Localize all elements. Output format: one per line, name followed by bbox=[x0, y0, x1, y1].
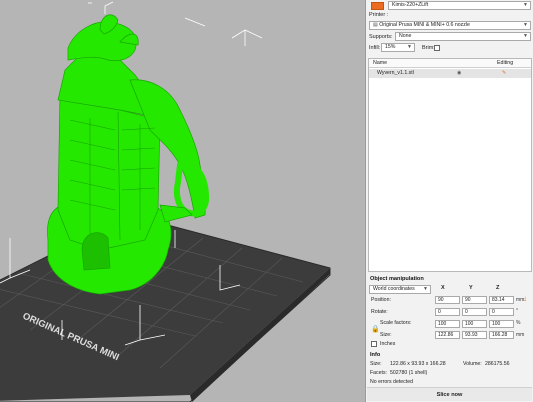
rotate-label: Rotate: bbox=[371, 309, 388, 315]
brim-label: Brim: bbox=[422, 45, 435, 51]
axis-x-label: X bbox=[441, 285, 445, 291]
lock-icon[interactable]: 🔒 bbox=[371, 325, 380, 333]
printer-icon: ▤ bbox=[373, 22, 378, 28]
visibility-eye-icon[interactable]: ◉ bbox=[457, 70, 462, 76]
infill-label: Infill: bbox=[369, 45, 381, 51]
coordinate-system-value: World coordinates bbox=[373, 286, 415, 292]
filament-select[interactable]: Kimis-220+ZLift ▼ bbox=[388, 1, 531, 10]
size-z-input[interactable]: 166.28 bbox=[489, 331, 514, 339]
filament-select-value: Kimis-220+ZLift bbox=[392, 2, 429, 8]
inches-label: Inches bbox=[380, 341, 396, 347]
slice-now-button[interactable]: Slice now bbox=[367, 387, 532, 401]
list-item[interactable]: Wyvern_v1.1.stl ◉ ✎ bbox=[369, 69, 531, 78]
size-x-input[interactable]: 122.86 bbox=[435, 331, 460, 339]
object-name: Wyvern_v1.1.stl bbox=[377, 70, 414, 76]
object-list-header: Name Editing bbox=[369, 59, 531, 68]
size-unit: mm bbox=[516, 332, 525, 338]
printer-select-value: Original Prusa MINI & MINI+ 0.6 nozzle bbox=[379, 22, 470, 28]
info-facets-value: 502780 (1 shell) bbox=[390, 370, 428, 376]
rotate-unit: ° bbox=[516, 308, 518, 314]
scale-x-input[interactable]: 100 bbox=[435, 320, 460, 328]
info-facets-label: Facets: bbox=[370, 370, 388, 376]
chevron-down-icon: ▼ bbox=[423, 286, 428, 292]
printer-label: Printer : bbox=[369, 12, 389, 18]
drop-to-bed-icon[interactable]: ⤓ bbox=[524, 296, 526, 302]
rotate-z-input[interactable]: 0 bbox=[489, 308, 514, 316]
rotate-y-input[interactable]: 0 bbox=[462, 308, 487, 316]
scale-unit: % bbox=[516, 320, 521, 326]
rotate-x-input[interactable]: 0 bbox=[435, 308, 460, 316]
info-errors: No errors detected bbox=[370, 379, 413, 385]
position-z-input[interactable]: 83.14 bbox=[489, 296, 514, 304]
supports-label: Supports: bbox=[369, 34, 393, 40]
chevron-down-icon: ▼ bbox=[523, 22, 528, 28]
axis-z-label: Z bbox=[496, 285, 500, 291]
inches-checkbox[interactable] bbox=[371, 341, 377, 347]
size-y-input[interactable]: 93.93 bbox=[462, 331, 487, 339]
scale-factors-label: Scale factors: bbox=[380, 320, 412, 326]
info-size-label: Size: bbox=[370, 361, 382, 367]
3d-viewport[interactable]: ORIGINAL PRUSA MINI bbox=[0, 0, 365, 402]
printer-select[interactable]: ▤ Original Prusa MINI & MINI+ 0.6 nozzle… bbox=[369, 21, 531, 30]
info-volume-value: 286175.56 bbox=[485, 361, 510, 367]
chevron-down-icon: ▼ bbox=[523, 2, 528, 8]
column-editing: Editing bbox=[497, 60, 514, 66]
position-x-input[interactable]: 90 bbox=[435, 296, 460, 304]
edit-settings-icon[interactable]: ✎ bbox=[502, 70, 506, 76]
column-name: Name bbox=[373, 60, 388, 66]
info-volume-label: Volume: bbox=[463, 361, 482, 367]
object-manipulation-title: Object manipulation bbox=[370, 276, 424, 282]
chevron-down-icon: ▼ bbox=[523, 33, 528, 39]
chevron-down-icon: ▼ bbox=[407, 44, 412, 50]
position-y-input[interactable]: 90 bbox=[462, 296, 487, 304]
object-list[interactable]: Name Editing Wyvern_v1.1.stl ◉ ✎ bbox=[368, 58, 532, 272]
position-label: Position: bbox=[371, 297, 391, 303]
filament-color-swatch[interactable] bbox=[371, 2, 384, 10]
scale-y-input[interactable]: 100 bbox=[462, 320, 487, 328]
info-title: Info bbox=[370, 352, 381, 358]
supports-select-value: None bbox=[399, 33, 412, 39]
axis-y-label: Y bbox=[469, 285, 473, 291]
settings-panel: Kimis-220+ZLift ▼ Printer : ▤ Original P… bbox=[365, 0, 533, 402]
size-label: Size: bbox=[380, 332, 392, 338]
supports-select[interactable]: None ▼ bbox=[395, 32, 531, 41]
coordinate-system-select[interactable]: World coordinates ▼ bbox=[369, 285, 431, 294]
infill-select[interactable]: 15% ▼ bbox=[381, 43, 415, 52]
infill-select-value: 15% bbox=[385, 44, 396, 50]
scale-z-input[interactable]: 100 bbox=[489, 320, 514, 328]
info-size-value: 122.86 x 93.93 x 166.28 bbox=[390, 361, 446, 367]
brim-checkbox[interactable] bbox=[434, 45, 440, 51]
